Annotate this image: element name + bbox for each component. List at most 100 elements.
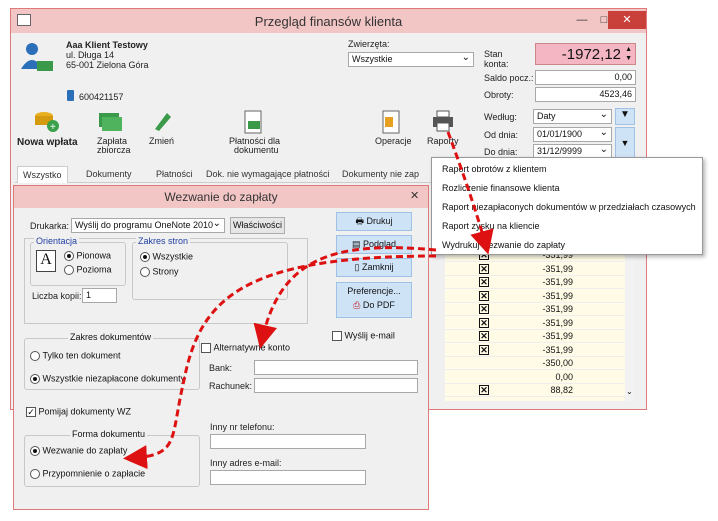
row-checkbox[interactable]: ✕ <box>479 304 489 314</box>
copies-label: Liczba kopii: <box>32 291 82 301</box>
bank-input[interactable] <box>254 360 418 375</box>
client-avatar-icon <box>21 43 53 71</box>
document-money-icon <box>244 110 262 134</box>
email-input[interactable] <box>210 470 366 485</box>
obroty-label: Obroty: <box>484 90 514 100</box>
table-row[interactable]: ✕ -351,99 <box>445 344 625 357</box>
zaplata-zbiorcza-button[interactable]: Zapłata zbiorcza <box>89 107 135 157</box>
menu-item-raport-obrotow[interactable]: Raport obrotów z klientem <box>442 164 547 174</box>
balance-field: -1972,12 ▲ ▼ <box>535 43 636 65</box>
wedlug-label: Według: <box>484 112 517 122</box>
scroll-down-icon[interactable]: ⌄ <box>626 387 633 396</box>
print-icon: 🖶 <box>355 216 364 226</box>
raporty-button[interactable]: Raporty <box>425 107 461 151</box>
payment-reminder-radio[interactable]: Przypomnienie o zapłacie <box>30 468 145 479</box>
properties-button[interactable]: Właściwości <box>230 217 285 234</box>
skip-wz-checkbox[interactable]: ✓ Pomijaj dokumenty WZ <box>26 406 131 417</box>
preview-label: Podgląd <box>363 239 397 249</box>
close-dialog-button[interactable]: ▯ Zamknij <box>336 258 412 277</box>
client-city: 65-001 Zielona Góra <box>66 60 149 70</box>
doc-form-title: Forma dokumentu <box>70 429 148 439</box>
printer-select[interactable]: Wyślij do programu OneNote 2010 <box>71 217 225 233</box>
grid-scrollbar[interactable]: ⌄ <box>625 249 635 401</box>
portrait-radio[interactable]: Pionowa <box>64 250 111 261</box>
menu-item-raport-zysku[interactable]: Raport zysku na kliencie <box>442 221 540 231</box>
menu-item-rozliczenie[interactable]: Rozliczenie finansowe klienta <box>442 183 560 193</box>
tab-platnosci[interactable]: Płatności <box>151 166 198 182</box>
animals-select[interactable]: Wszystkie <box>348 51 474 67</box>
send-email-checkbox[interactable]: Wyślij e-mail <box>332 330 395 341</box>
operacje-button[interactable]: Operacje <box>373 107 412 151</box>
email-label: Inny adres e-mail: <box>210 458 282 468</box>
preview-button[interactable]: ▤ Podgląd <box>336 235 412 254</box>
table-row[interactable]: ✕ -351,99 <box>445 290 625 303</box>
expand-arrow-icon[interactable]: ▼ <box>615 127 635 160</box>
client-phone: 600421157 <box>79 92 124 102</box>
row-checkbox[interactable]: ✕ <box>479 263 489 274</box>
row-checkbox[interactable]: ✕ <box>479 331 489 341</box>
pages-all-radio[interactable]: Wszystkie <box>140 251 193 262</box>
pdf-label: Do PDF <box>362 300 395 310</box>
tab-dokumenty[interactable]: Dokumenty <box>81 166 137 182</box>
dialog-title: Wezwanie do zapłaty <box>164 190 278 204</box>
preferences-button[interactable]: Preferencje... ⎙ Do PDF <box>336 282 412 318</box>
table-row[interactable]: ✕ -351,99 <box>445 276 625 289</box>
pages-some-radio[interactable]: Strony <box>140 266 179 277</box>
table-row[interactable]: ✕ -351,99 <box>445 303 625 316</box>
only-this-doc-radio[interactable]: Tylko ten dokument <box>30 350 121 361</box>
saldo-value: 0,00 <box>535 70 636 85</box>
preview-icon: ▤ <box>351 239 361 249</box>
pdf-button[interactable]: ⎙ Do PDF <box>337 300 411 311</box>
row-checkbox[interactable] <box>479 372 489 382</box>
row-checkbox[interactable]: ✕ <box>479 344 489 355</box>
od-date-input[interactable]: 01/01/1900 <box>533 126 612 142</box>
print-label: Drukuj <box>366 216 393 226</box>
copies-input[interactable]: 1 <box>82 288 117 303</box>
print-button[interactable]: 🖶 Drukuj <box>336 212 412 231</box>
row-checkbox[interactable]: ✕ <box>479 277 489 287</box>
bank-label: Bank: <box>209 363 233 373</box>
row-amount: -351,99 <box>542 290 573 301</box>
reports-menu: Raport obrotów z klientem Rozliczenie fi… <box>431 157 703 255</box>
table-row[interactable]: ✕ -351,99 <box>445 330 625 343</box>
balance-spinner-icon[interactable]: ▲ ▼ <box>625 45 632 63</box>
tab-wszystko[interactable]: Wszystko <box>17 166 68 183</box>
obroty-value: 4523,46 <box>535 87 636 102</box>
tab-dokumenty-nie-zap[interactable]: Dokumenty nie zap <box>337 166 424 182</box>
dialog-close-button[interactable]: ✕ <box>410 189 419 202</box>
minimize-button[interactable]: — <box>571 11 593 29</box>
payment-demand-radio[interactable]: Wezwanie do zapłaty <box>30 445 127 456</box>
table-row[interactable]: ✕ -351,99 <box>445 317 625 330</box>
account-input[interactable] <box>254 378 418 393</box>
zmien-button[interactable]: Zmień <box>145 107 179 151</box>
wedlug-select[interactable]: Daty <box>533 108 612 124</box>
balance-value: -1972,12 <box>561 46 621 63</box>
filter-icon[interactable]: ▼ <box>615 108 635 125</box>
phone-input[interactable] <box>210 434 366 449</box>
row-checkbox[interactable] <box>479 358 489 368</box>
platnosci-label-2: dokumentu <box>234 145 279 155</box>
tab-strip: Wszystko Dokumenty Płatności Dok. nie wy… <box>15 165 445 183</box>
zaplata-label-2: zbiorcza <box>97 145 131 155</box>
printer-label: Drukarka: <box>30 221 70 231</box>
menu-item-raport-niezaplaconych[interactable]: Raport niezapłaconych dokumentów w przed… <box>442 202 696 212</box>
row-checkbox[interactable]: ✕ <box>479 290 489 301</box>
row-amount: -351,99 <box>542 331 573 341</box>
table-row[interactable]: ✕ -351,99 <box>445 263 625 276</box>
balance-label-2: konta: <box>484 59 509 69</box>
landscape-radio[interactable]: Pozioma <box>64 264 112 275</box>
menu-item-wydrukuj-wezwanie[interactable]: Wydrukuj wezwanie do zapłaty <box>442 240 565 250</box>
platnosci-dla-dokumentu-button[interactable]: Płatności dla dokumentu <box>225 107 281 157</box>
alt-account-checkbox[interactable]: Alternatywne konto <box>201 342 290 353</box>
tab-dok-nie-wymagajace[interactable]: Dok. nie wymagające płatności <box>201 166 335 182</box>
row-checkbox[interactable]: ✕ <box>479 385 489 395</box>
table-row[interactable]: 0,00 <box>445 371 625 384</box>
table-row[interactable]: ✕ 88,82 <box>445 384 625 397</box>
close-button[interactable]: ✕ <box>608 11 646 29</box>
saldo-label: Saldo pocz.: <box>484 73 534 83</box>
table-row[interactable]: -350,00 <box>445 357 625 370</box>
row-checkbox[interactable]: ✕ <box>479 317 489 328</box>
nowa-wplata-button[interactable]: + Nowa wpłata <box>15 107 78 155</box>
all-unpaid-docs-radio[interactable]: Wszystkie niezapłacone dokumenty <box>30 373 185 384</box>
row-amount: -351,99 <box>542 344 573 355</box>
